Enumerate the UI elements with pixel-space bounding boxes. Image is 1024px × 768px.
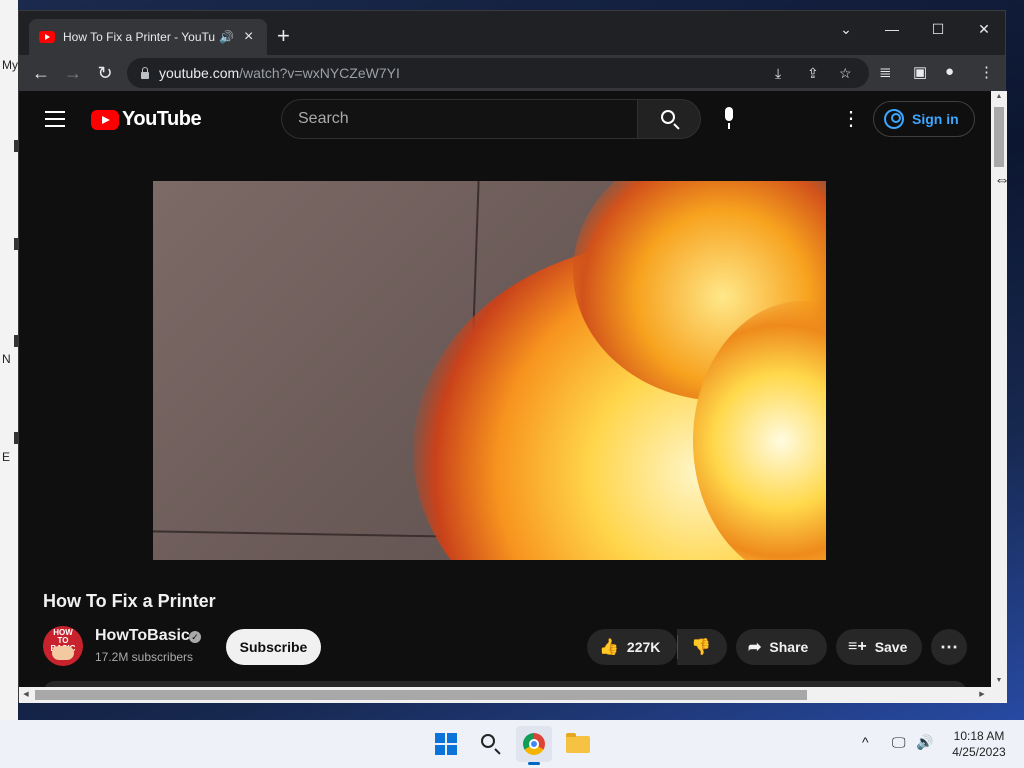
network-icon[interactable]: 🖵 bbox=[892, 734, 906, 751]
subscriber-count: 17.2M subscribers bbox=[95, 650, 194, 664]
url-path: /watch?v=wxNYCZeW7YI bbox=[239, 65, 400, 81]
dislike-button[interactable]: 👎 bbox=[677, 629, 727, 665]
youtube-logo-text: YouTube bbox=[122, 108, 202, 130]
profile-icon[interactable]: ● bbox=[945, 63, 954, 80]
voice-search-icon[interactable] bbox=[719, 107, 739, 131]
windows-taskbar: ^ 🖵 🔊 10:18 AM 4/25/2023 bbox=[0, 720, 1024, 768]
bookmark-star-icon[interactable]: ☆ bbox=[839, 65, 852, 82]
desktop-icon-label[interactable]: N bbox=[2, 352, 11, 366]
back-button[interactable]: ← bbox=[29, 61, 53, 85]
side-panel-icon[interactable]: ▣ bbox=[913, 63, 927, 81]
sign-in-label: Sign in bbox=[912, 111, 959, 127]
reload-button[interactable]: ↻ bbox=[93, 61, 117, 85]
minimize-button[interactable]: — bbox=[869, 15, 915, 43]
chrome-icon[interactable] bbox=[516, 726, 552, 762]
hamburger-menu-icon[interactable] bbox=[45, 111, 65, 127]
thumbs-down-icon: 👎 bbox=[691, 639, 711, 656]
like-count: 227K bbox=[626, 639, 661, 655]
youtube-page: YouTube ⋮ Sign in How To Fix a Printer bbox=[19, 91, 991, 687]
avatar-hand-image bbox=[52, 646, 74, 660]
resize-cursor-icon: ⇔ bbox=[994, 172, 1010, 189]
address-bar[interactable]: youtube.com /watch?v=wxNYCZeW7YI ⤓ ⇪ ☆ bbox=[127, 58, 869, 88]
maximize-button[interactable]: ☐ bbox=[915, 15, 961, 43]
tab-close-button[interactable]: × bbox=[244, 28, 253, 46]
tab-bar: How To Fix a Printer - YouTube 🔊 × + ⌄ —… bbox=[19, 11, 1005, 55]
tray-chevron-icon[interactable]: ^ bbox=[862, 734, 869, 750]
youtube-header: YouTube ⋮ Sign in bbox=[19, 91, 991, 147]
browser-toolbar: ← → ↻ youtube.com /watch?v=wxNYCZeW7YI ⤓… bbox=[19, 55, 1005, 91]
close-window-button[interactable]: ✕ bbox=[961, 15, 1007, 43]
forward-button[interactable]: → bbox=[61, 61, 85, 85]
file-explorer-icon[interactable] bbox=[560, 726, 596, 762]
save-label: Save bbox=[874, 639, 908, 655]
video-title: How To Fix a Printer bbox=[43, 591, 216, 611]
account-icon bbox=[884, 109, 904, 129]
browser-window: How To Fix a Printer - YouTube 🔊 × + ⌄ —… bbox=[18, 10, 1007, 703]
subscribe-button[interactable]: Subscribe bbox=[226, 629, 321, 665]
media-control-icon[interactable]: ≣ bbox=[879, 63, 892, 81]
like-divider bbox=[677, 635, 678, 659]
share-icon[interactable]: ⇪ bbox=[807, 65, 819, 82]
search-input[interactable] bbox=[281, 99, 637, 139]
scroll-left-arrow-icon[interactable]: ◀ bbox=[19, 687, 33, 703]
share-label: Share bbox=[769, 639, 809, 655]
verified-badge-icon: ✓ bbox=[189, 631, 201, 643]
url-domain: youtube.com bbox=[159, 65, 240, 81]
video-player[interactable] bbox=[153, 181, 826, 560]
clock-time: 10:18 AM bbox=[953, 729, 1005, 743]
vertical-scroll-thumb[interactable] bbox=[994, 107, 1004, 167]
playlist-add-icon: ≡+ bbox=[848, 638, 867, 655]
like-button[interactable]: 👍 227K bbox=[587, 629, 677, 665]
horizontal-scrollbar[interactable]: ◀ ▶ bbox=[19, 687, 1007, 703]
youtube-logo[interactable]: YouTube bbox=[91, 108, 202, 131]
settings-menu-icon[interactable]: ⋮ bbox=[841, 109, 861, 129]
youtube-play-icon bbox=[91, 109, 119, 130]
save-button[interactable]: ≡+ Save bbox=[836, 629, 922, 665]
sign-in-button[interactable]: Sign in bbox=[873, 101, 975, 137]
channel-name[interactable]: HowToBasic bbox=[95, 627, 190, 645]
share-button[interactable]: ➦ Share bbox=[736, 629, 827, 665]
menu-icon[interactable]: ⋮ bbox=[979, 63, 994, 81]
share-arrow-icon: ➦ bbox=[748, 639, 762, 656]
more-icon: ⋯ bbox=[940, 636, 958, 657]
lock-icon[interactable] bbox=[141, 66, 149, 79]
horizontal-scroll-thumb[interactable] bbox=[35, 690, 807, 700]
desktop-background: My N E bbox=[0, 0, 18, 720]
scroll-right-arrow-icon[interactable]: ▶ bbox=[975, 687, 989, 703]
browser-tab[interactable]: How To Fix a Printer - YouTube 🔊 × bbox=[29, 19, 267, 55]
tab-title: How To Fix a Printer - YouTube bbox=[63, 30, 215, 44]
desktop-icon-label[interactable]: My bbox=[2, 58, 18, 72]
volume-icon[interactable]: 🔊 bbox=[916, 734, 933, 751]
tab-search-button[interactable]: ⌄ bbox=[823, 15, 869, 43]
more-actions-button[interactable]: ⋯ bbox=[931, 629, 967, 665]
system-clock[interactable]: 10:18 AM 4/25/2023 bbox=[944, 728, 1014, 760]
thumbs-up-icon: 👍 bbox=[599, 639, 619, 656]
youtube-favicon-icon bbox=[39, 31, 55, 43]
search-icon[interactable] bbox=[472, 726, 508, 762]
search-button[interactable] bbox=[637, 99, 701, 139]
start-icon[interactable] bbox=[428, 726, 464, 762]
speaker-icon[interactable]: 🔊 bbox=[219, 30, 234, 44]
scroll-up-arrow-icon[interactable]: ▲ bbox=[991, 91, 1007, 103]
scroll-down-arrow-icon[interactable]: ▼ bbox=[991, 675, 1007, 687]
search-icon bbox=[661, 110, 675, 124]
clock-date: 4/25/2023 bbox=[952, 745, 1006, 759]
new-tab-button[interactable]: + bbox=[277, 23, 290, 49]
active-app-indicator bbox=[528, 762, 540, 765]
desktop-icon-label[interactable]: E bbox=[2, 450, 10, 464]
install-icon[interactable]: ⤓ bbox=[775, 65, 781, 82]
channel-avatar[interactable]: HOW TO BASIC bbox=[43, 626, 83, 666]
